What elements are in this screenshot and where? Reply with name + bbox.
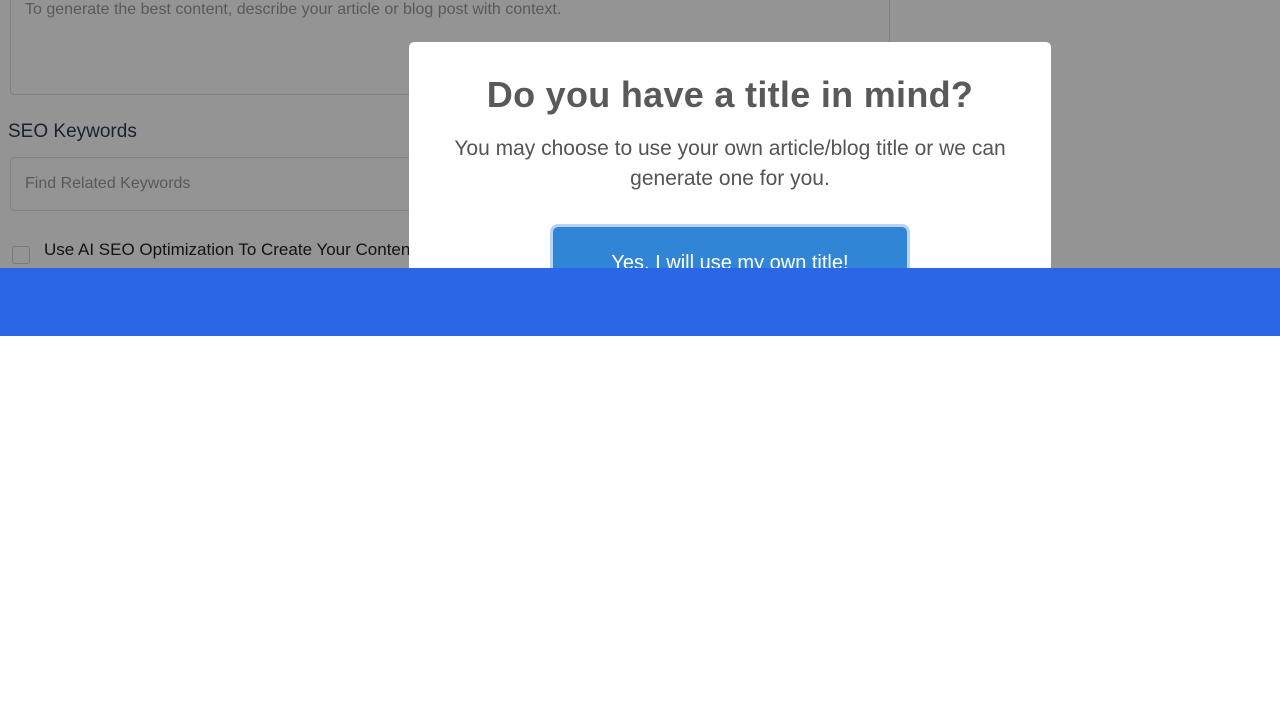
blank-area [0, 336, 1280, 720]
modal-title: Do you have a title in mind? [486, 74, 974, 115]
title-choice-modal: Do you have a title in mind? You may cho… [409, 42, 1051, 268]
viewport: SEO Keywords Use AI SEO Optimization To … [0, 0, 1280, 720]
use-own-title-button[interactable]: Yes, I will use my own title! [553, 227, 907, 268]
page-content-region: SEO Keywords Use AI SEO Optimization To … [0, 0, 1280, 268]
blue-banner [0, 268, 1280, 336]
modal-description: You may choose to use your own article/b… [454, 137, 1006, 190]
